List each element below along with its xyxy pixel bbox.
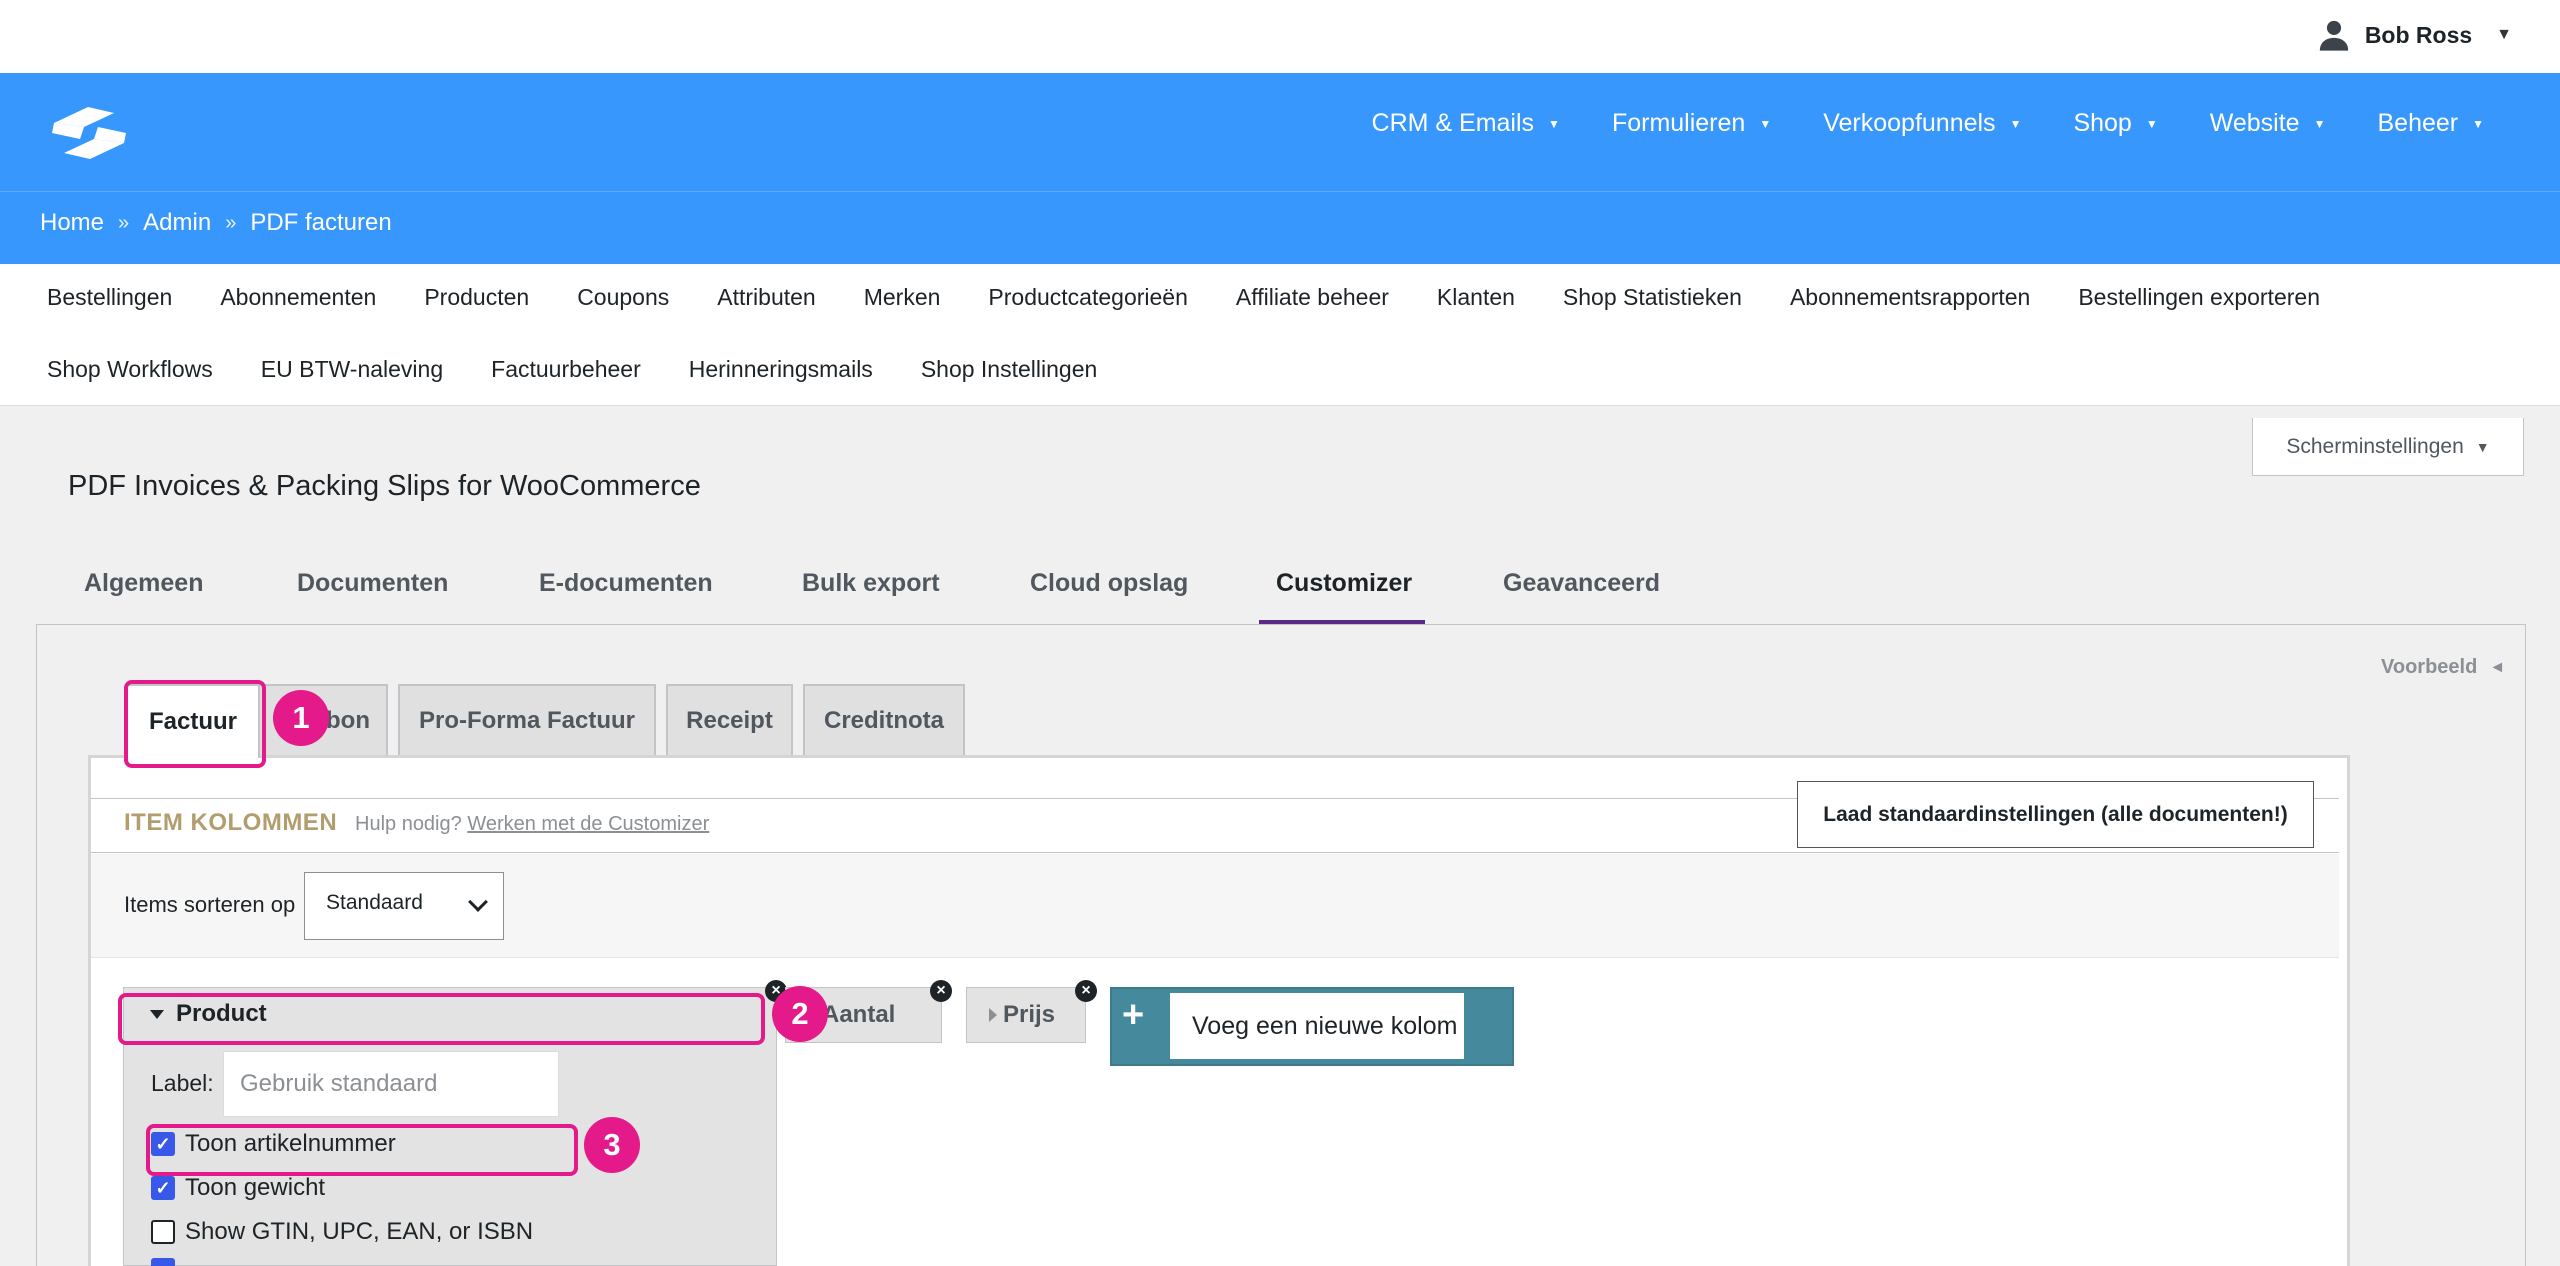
chevron-left-icon: ◄	[2489, 658, 2506, 676]
subnav-item[interactable]: Affiliate beheer	[1236, 284, 1389, 311]
close-icon[interactable]: ×	[1075, 980, 1097, 1002]
nav-crm-emails[interactable]: CRM & Emails ▼	[1346, 109, 1586, 138]
subnav-item[interactable]: Abonnementen	[220, 284, 376, 311]
add-column-input[interactable]: Voeg een nieuwe kolom toe	[1170, 993, 1464, 1059]
subnav-item[interactable]: Shop Instellingen	[921, 356, 1097, 383]
chevron-down-icon: ▼	[1759, 116, 1772, 131]
subnav-item[interactable]: Productcategorieën	[988, 284, 1187, 311]
subnav-item[interactable]: Attributen	[717, 284, 815, 311]
sort-label: Items sorteren op	[124, 892, 296, 917]
chevron-down-icon: ▼	[2009, 116, 2022, 131]
checkbox-checked-icon[interactable]: ✓	[151, 1176, 175, 1200]
tab-geavanceerd[interactable]: Geavanceerd	[1503, 569, 1660, 598]
nav-beheer[interactable]: Beheer ▼	[2351, 109, 2510, 138]
subnav-item[interactable]: Factuurbeheer	[491, 356, 641, 383]
chevron-down-icon	[468, 892, 488, 912]
option-show-weight[interactable]: ✓ Toon gewicht	[151, 1174, 325, 1202]
doc-tab-creditnota[interactable]: Creditnota	[803, 684, 965, 756]
breadcrumb-current: PDF facturen	[250, 209, 392, 236]
chevron-down-icon: ▼	[2475, 438, 2490, 455]
breadcrumb-separator: »	[118, 211, 130, 234]
subnav-item[interactable]: Coupons	[577, 284, 669, 311]
subnav-item[interactable]: Merken	[864, 284, 941, 311]
help-text: Hulp nodig? Werken met de Customizer	[355, 813, 710, 835]
breadcrumb-home[interactable]: Home	[40, 209, 104, 237]
preview-toggle[interactable]: Voorbeeld ◄	[2381, 656, 2505, 679]
tab-algemeen[interactable]: Algemeen	[84, 569, 203, 598]
highlight-product-column	[118, 993, 765, 1045]
load-defaults-button[interactable]: Laad standaardinstellingen (alle documen…	[1797, 781, 2314, 848]
main-nav: CRM & Emails ▼ Formulieren ▼ Verkoopfunnel…	[1346, 109, 2510, 138]
breadcrumb: Home » Admin » PDF facturen	[40, 209, 392, 237]
tab-cloud-opslag[interactable]: Cloud opslag	[1030, 569, 1188, 598]
subnav-item[interactable]: Bestellingen exporteren	[2078, 284, 2320, 311]
subnav-item[interactable]: Producten	[424, 284, 529, 311]
label-input[interactable]: Gebruik standaard	[223, 1051, 559, 1117]
active-tab-indicator	[1259, 620, 1425, 624]
checkbox-checked-icon[interactable]	[151, 1258, 175, 1266]
subnav-item[interactable]: Shop Workflows	[47, 356, 213, 383]
brand-logo-icon[interactable]	[44, 101, 134, 165]
subnav-item[interactable]: Bestellingen	[47, 284, 172, 311]
tab-customizer[interactable]: Customizer	[1276, 569, 1412, 598]
subnav-item[interactable]: Herinneringsmails	[689, 356, 873, 383]
subnav-row-1: Bestellingen Abonnementen Producten Coup…	[47, 284, 2320, 311]
nav-website[interactable]: Website ▼	[2184, 109, 2352, 138]
item-columns-title: ITEM KOLOMMEN	[124, 809, 338, 836]
option-show-gtin[interactable]: Show GTIN, UPC, EAN, or ISBN	[151, 1218, 533, 1246]
page-title: PDF Invoices & Packing Slips for WooComm…	[68, 470, 701, 502]
help-link[interactable]: Werken met de Customizer	[467, 813, 709, 835]
sort-select[interactable]: Standaard	[304, 872, 504, 940]
subnav-item[interactable]: Shop Statistieken	[1563, 284, 1742, 311]
subnav-item[interactable]: Abonnementsrapporten	[1790, 284, 2030, 311]
label-field-label: Label:	[151, 1070, 214, 1096]
chevron-down-icon: ▼	[2313, 116, 2326, 131]
user-icon	[2319, 20, 2348, 51]
user-bar: Bob Ross ▼	[0, 0, 2560, 73]
option-next[interactable]	[151, 1258, 175, 1266]
chevron-down-icon: ▼	[2496, 26, 2512, 43]
nav-shop[interactable]: Shop ▼	[2047, 109, 2183, 138]
subnav-item[interactable]: Klanten	[1437, 284, 1515, 311]
highlight-show-sku	[146, 1124, 578, 1176]
breadcrumb-admin[interactable]: Admin	[143, 209, 211, 237]
tab-documenten[interactable]: Documenten	[297, 569, 448, 598]
annotation-badge-1: 1	[273, 690, 329, 746]
settings-tabs: Algemeen Documenten E-documenten Bulk ex…	[36, 555, 2526, 625]
close-icon[interactable]: ×	[930, 980, 952, 1002]
shop-subnav: Bestellingen Abonnementen Producten Coup…	[0, 264, 2560, 406]
breadcrumb-bar: Home » Admin » PDF facturen	[0, 191, 2560, 264]
user-name: Bob Ross	[2364, 21, 2473, 48]
caret-right-icon	[989, 1008, 997, 1022]
nav-formulieren[interactable]: Formulieren ▼	[1586, 109, 1797, 138]
chevron-down-icon: ▼	[1548, 116, 1560, 131]
column-prijs[interactable]: Prijs	[966, 987, 1086, 1043]
user-menu[interactable]: Bob Ross ▼	[2317, 18, 2512, 52]
chevron-down-icon: ▼	[2145, 116, 2158, 131]
chevron-down-icon: ▼	[2472, 116, 2484, 131]
breadcrumb-separator: »	[225, 211, 237, 234]
annotation-badge-3: 3	[584, 1117, 640, 1173]
subnav-item[interactable]: EU BTW-naleving	[261, 356, 443, 383]
tab-e-documenten[interactable]: E-documenten	[539, 569, 713, 598]
highlight-factuur-tab	[124, 680, 266, 768]
annotation-badge-2: 2	[772, 986, 828, 1042]
doc-tab-receipt[interactable]: Receipt	[666, 684, 793, 756]
main-header: CRM & Emails ▼ Formulieren ▼ Verkoopfunnel…	[0, 73, 2560, 191]
checkbox-icon[interactable]	[151, 1220, 175, 1244]
subnav-row-2: Shop Workflows EU BTW-naleving Factuurbe…	[47, 356, 1097, 383]
doc-tab-pro-forma[interactable]: Pro-Forma Factuur	[398, 684, 656, 756]
tab-bulk-export[interactable]: Bulk export	[802, 569, 940, 598]
nav-verkoopfunnels[interactable]: Verkoopfunnels ▼	[1797, 109, 2047, 138]
screen-settings-button[interactable]: Scherminstellingen ▼	[2252, 418, 2524, 476]
plus-icon[interactable]: +	[1122, 994, 1144, 1037]
